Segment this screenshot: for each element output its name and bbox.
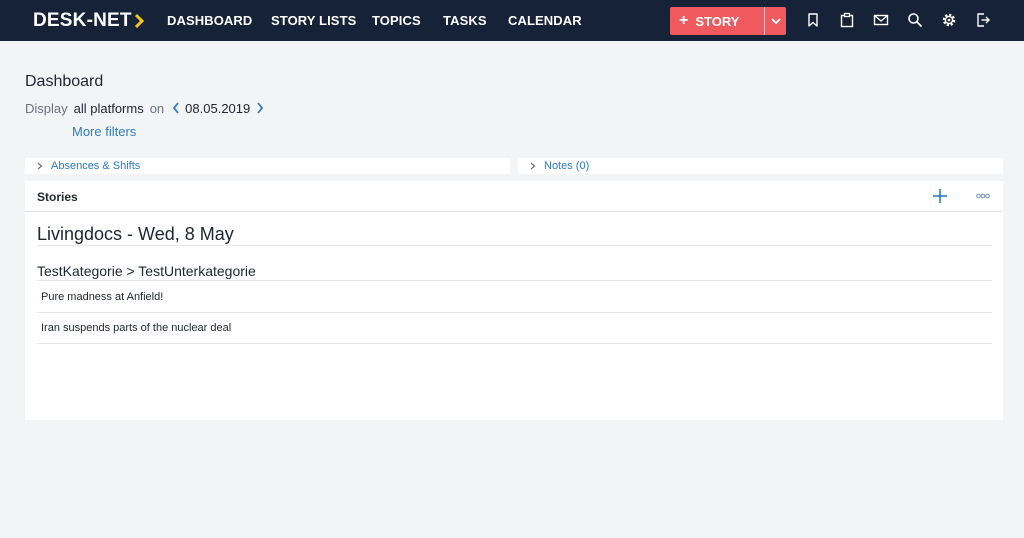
stories-panel: Stories Livingdocs - Wed, 8 May TestKate… xyxy=(25,181,1003,420)
display-filter-row: Display all platforms on 08.05.2019 xyxy=(25,100,264,116)
story-list-item[interactable]: Iran suspends parts of the nuclear deal xyxy=(41,322,231,334)
display-label: Display xyxy=(25,100,68,116)
notes-label: Notes (0) xyxy=(544,160,590,172)
on-label: on xyxy=(149,100,165,116)
nav-dashboard[interactable]: DASHBOARD xyxy=(167,13,252,28)
category-heading: TestKategorie > TestUnterkategorie xyxy=(37,263,256,279)
page-title: Dashboard xyxy=(25,73,104,90)
more-options-icon[interactable] xyxy=(976,193,990,199)
clipboard-icon[interactable] xyxy=(839,12,855,28)
absences-shifts-toggle[interactable]: Absences & Shifts xyxy=(25,158,510,174)
new-story-label: STORY xyxy=(695,13,740,29)
stories-panel-title: Stories xyxy=(37,190,78,204)
gear-icon[interactable] xyxy=(941,12,957,28)
chevron-right-icon xyxy=(37,162,43,170)
search-icon[interactable] xyxy=(907,12,923,28)
bookmark-icon[interactable] xyxy=(805,12,821,28)
more-filters-link[interactable]: More filters xyxy=(72,124,136,139)
divider xyxy=(37,312,992,313)
absences-shifts-label: Absences & Shifts xyxy=(51,160,141,172)
nav-calendar[interactable]: CALENDAR xyxy=(508,13,582,28)
nav-topics[interactable]: TOPICS xyxy=(372,13,421,28)
divider xyxy=(37,245,992,246)
divider xyxy=(37,343,992,344)
platform-heading: Livingdocs - Wed, 8 May xyxy=(37,224,234,244)
next-date-icon[interactable] xyxy=(256,102,264,114)
platform-filter[interactable]: all platforms xyxy=(74,101,144,116)
story-list-item[interactable]: Pure madness at Anfield! xyxy=(41,291,163,303)
new-story-button-group: + STORY xyxy=(670,7,786,35)
add-story-icon[interactable] xyxy=(932,188,948,204)
new-story-button[interactable]: + STORY xyxy=(670,7,764,35)
desk-net-logo[interactable]: DESK-NET xyxy=(33,10,144,32)
new-story-dropdown-button[interactable] xyxy=(765,7,786,35)
nav-tasks[interactable]: TASKS xyxy=(443,13,487,28)
mail-icon[interactable] xyxy=(873,12,889,28)
top-navigation-bar: DESK-NET DASHBOARD STORY LISTS TOPICS TA… xyxy=(0,0,1024,41)
date-selector[interactable]: 08.05.2019 xyxy=(185,101,250,116)
logo-text: DESK-NET xyxy=(33,10,132,31)
logo-arrow-icon xyxy=(134,13,144,29)
previous-date-icon[interactable] xyxy=(172,102,180,114)
plus-icon: + xyxy=(679,12,689,29)
divider xyxy=(37,280,992,281)
stories-panel-header: Stories xyxy=(25,181,1003,212)
chevron-down-icon xyxy=(770,18,781,24)
nav-story-lists[interactable]: STORY LISTS xyxy=(271,13,356,28)
chevron-right-icon xyxy=(530,162,536,170)
logout-icon[interactable] xyxy=(975,12,991,28)
notes-toggle[interactable]: Notes (0) xyxy=(518,158,1003,174)
button-divider xyxy=(764,7,765,35)
